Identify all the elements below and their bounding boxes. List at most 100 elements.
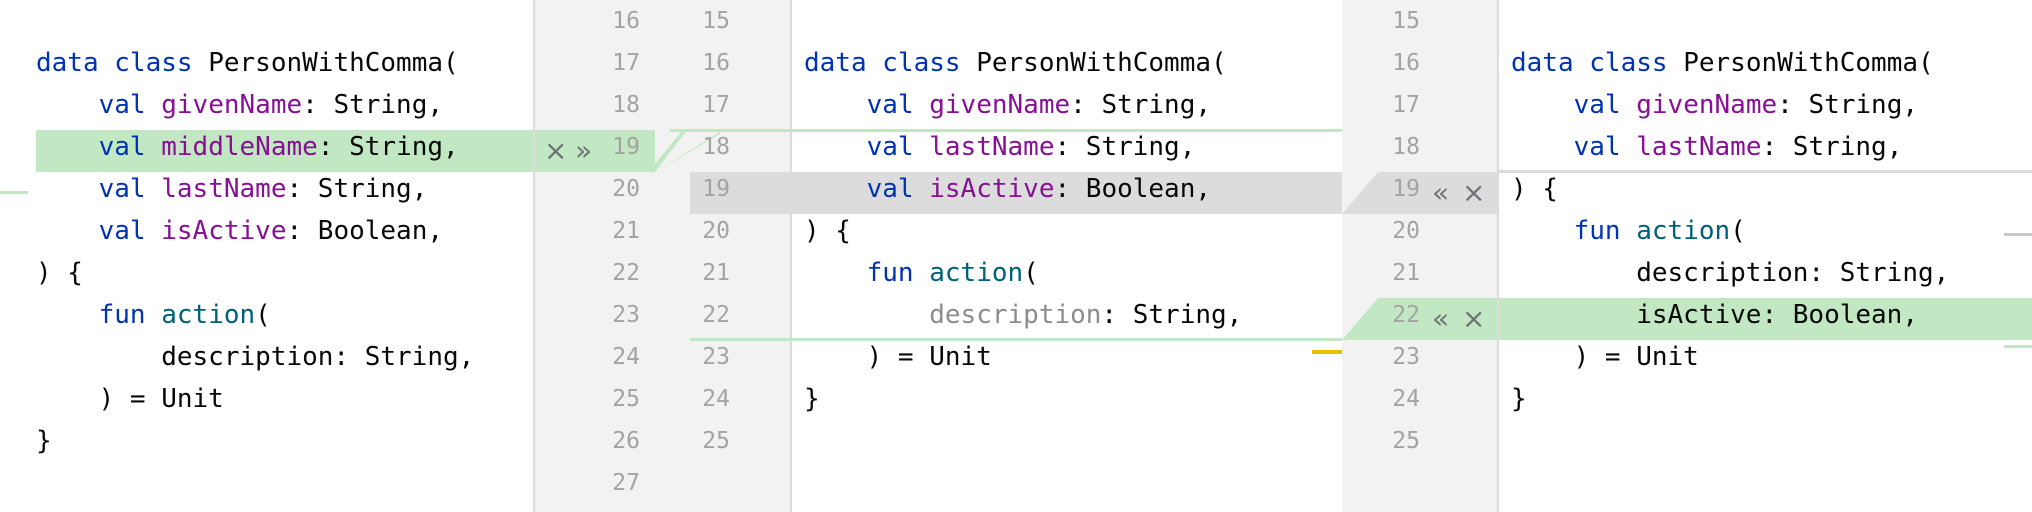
code-token: PersonWithComma( (192, 48, 459, 78)
code-token: ) = Unit (1511, 342, 1699, 372)
line-number: 24 (612, 344, 640, 370)
center-warning-marker (1312, 350, 1342, 354)
code-token: } (36, 426, 52, 456)
code-line[interactable]: } (1511, 378, 1527, 420)
code-token-kw: val (98, 132, 146, 162)
apply-change-icon[interactable]: » (575, 130, 592, 172)
code-line[interactable]: val givenName: String, (36, 84, 443, 126)
code-line[interactable]: val lastName: String, (1511, 126, 1903, 168)
code-token-fn: action (929, 258, 1024, 288)
code-token: : Boolean, (286, 216, 444, 246)
code-line[interactable]: isActive: Boolean, (1511, 294, 1918, 336)
line-number: 21 (1392, 260, 1420, 286)
reject-change-right-icon-2[interactable]: × (1462, 298, 1485, 340)
code-token-kw: fun (866, 258, 914, 288)
right-scroll-marker-green (2004, 345, 2032, 348)
code-line[interactable]: fun action( (804, 252, 1039, 294)
code-token: ) = Unit (36, 384, 224, 414)
code-token: } (804, 384, 820, 414)
code-token-fn: action (161, 300, 256, 330)
right-scroll-marker-gray (2004, 233, 2032, 236)
line-number: 22 (702, 302, 730, 328)
code-token-kw: val (866, 90, 914, 120)
line-number: 15 (1392, 8, 1420, 34)
code-line[interactable]: data class PersonWithComma( (1511, 42, 1934, 84)
code-token-kw: class (1589, 48, 1668, 78)
code-token-kw: val (98, 90, 146, 120)
code-token: description: String, (36, 342, 475, 372)
line-number: 18 (1392, 134, 1420, 160)
code-line[interactable]: description: String, (36, 336, 474, 378)
code-line[interactable]: } (804, 378, 820, 420)
code-line[interactable]: val middleName: String, (36, 126, 459, 168)
code-token: : String, (302, 90, 444, 120)
code-token-kw: class (882, 48, 961, 78)
code-line[interactable]: ) { (1511, 168, 1558, 210)
center-top-added-line (670, 129, 1342, 132)
code-line[interactable]: ) = Unit (36, 378, 224, 420)
center-editor-pane[interactable]: data class PersonWithComma( val givenNam… (792, 0, 1342, 512)
code-line[interactable]: data class PersonWithComma( (804, 42, 1227, 84)
line-number: 18 (702, 134, 730, 160)
code-line[interactable]: ) = Unit (1511, 336, 1699, 378)
code-token: PersonWithComma( (1667, 48, 1934, 78)
line-number: 21 (702, 260, 730, 286)
code-line[interactable]: description: String, (1511, 252, 1949, 294)
line-number: 23 (702, 344, 730, 370)
code-line[interactable]: ) = Unit (804, 336, 992, 378)
line-number: 16 (612, 8, 640, 34)
line-number: 20 (612, 176, 640, 202)
code-line[interactable]: fun action( (36, 294, 271, 336)
reject-change-right-icon[interactable]: × (1462, 172, 1485, 214)
code-token-kw: val (1573, 90, 1621, 120)
line-number: 16 (702, 50, 730, 76)
code-token-kw: data (804, 48, 867, 78)
apply-change-left-icon-2[interactable]: « (1432, 298, 1449, 340)
code-line[interactable]: ) { (36, 252, 83, 294)
code-line[interactable]: } (36, 420, 52, 462)
right-changed-boundary (1499, 170, 2032, 173)
code-token: PersonWithComma( (960, 48, 1227, 78)
code-line[interactable]: ) { (804, 210, 851, 252)
line-number: 19 (702, 176, 730, 202)
left-editor-pane[interactable]: data class PersonWithComma( val givenNam… (0, 0, 534, 512)
code-token-fn: action (1636, 216, 1731, 246)
code-token-kw: fun (98, 300, 146, 330)
code-line[interactable]: data class PersonWithComma( (36, 42, 459, 84)
apply-change-left-icon[interactable]: « (1432, 172, 1449, 214)
code-line[interactable]: val isActive: Boolean, (804, 168, 1211, 210)
line-number: 20 (1392, 218, 1420, 244)
code-token-kw: val (98, 216, 146, 246)
code-token-faded: description (929, 300, 1102, 330)
code-line[interactable]: val lastName: String, (36, 168, 428, 210)
reject-change-icon[interactable]: × (544, 130, 567, 172)
code-line[interactable]: description: String, (804, 294, 1242, 336)
code-line[interactable]: val givenName: String, (1511, 84, 1918, 126)
line-number: 17 (1392, 92, 1420, 118)
code-line[interactable]: val lastName: String, (804, 126, 1196, 168)
line-number: 16 (1392, 50, 1420, 76)
code-token: : String, (317, 132, 459, 162)
code-token-prop: lastName (1636, 132, 1762, 162)
right-editor-pane[interactable]: data class PersonWithComma( val givenNam… (1499, 0, 2032, 512)
line-number: 19 (612, 134, 640, 160)
code-token: ) = Unit (804, 342, 992, 372)
code-line[interactable]: val isActive: Boolean, (36, 210, 443, 252)
line-number: 17 (612, 50, 640, 76)
code-line[interactable]: fun action( (1511, 210, 1746, 252)
code-line[interactable]: val givenName: String, (804, 84, 1211, 126)
code-token-kw: val (98, 174, 146, 204)
